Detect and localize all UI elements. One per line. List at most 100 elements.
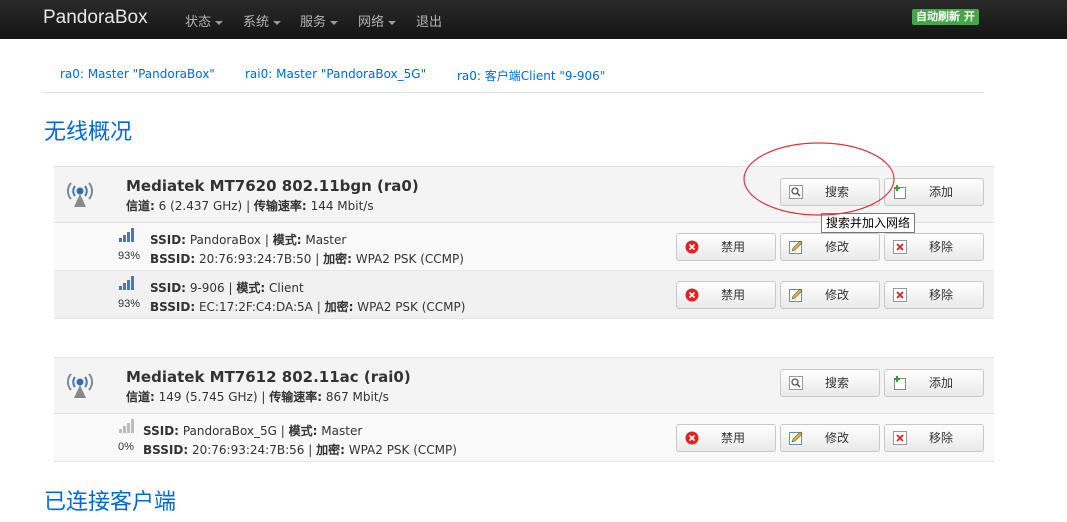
signal-strength-icon (119, 228, 134, 242)
disable-icon (685, 288, 699, 302)
tab-ra0-master[interactable]: ra0: Master "PandoraBox" (60, 67, 215, 81)
scan-button[interactable]: 搜索 (780, 178, 880, 206)
mode-label: 模式: (236, 281, 266, 295)
bssid-value: 20:76:93:24:7B:50 (198, 252, 312, 266)
signal-percent: 0% (118, 441, 134, 453)
add-label: 添加 (928, 185, 953, 199)
device-name: Mediatek MT7620 802.11bgn (ra0) (126, 177, 419, 195)
encryption-label: 加密: (324, 300, 354, 314)
signal-percent: 93% (118, 298, 141, 310)
tab-ra0-client[interactable]: ra0: 客户端Client "9-906" (457, 67, 605, 84)
remove-button[interactable]: 移除 (884, 233, 984, 261)
tab-rai0-master[interactable]: rai0: Master "PandoraBox_5G" (245, 67, 426, 81)
brand-logo[interactable]: PandoraBox (43, 7, 148, 29)
signal-strength-icon (119, 419, 134, 433)
add-button[interactable]: 添加 (884, 369, 984, 397)
signal-percent: 93% (118, 250, 141, 262)
disable-label: 禁用 (720, 240, 745, 254)
ssid-value: 9-906 (189, 281, 225, 295)
remove-icon (893, 240, 907, 254)
nav-status-menu[interactable]: 状态 (185, 11, 224, 30)
edit-icon (789, 431, 803, 445)
mode-label: 模式: (288, 424, 318, 438)
caret-down-icon (330, 20, 339, 25)
nav-label: 服务 (300, 15, 327, 30)
interface-tabs: ra0: Master "PandoraBox" rai0: Master "P… (43, 60, 984, 93)
caret-down-icon (388, 20, 397, 25)
caret-down-icon (273, 20, 282, 25)
wireless-device-icon (67, 373, 93, 398)
edit-button[interactable]: 修改 (780, 281, 880, 309)
rate-label: 传输速率: (253, 199, 307, 213)
nav-network-menu[interactable]: 网络 (358, 11, 397, 30)
scan-button[interactable]: 搜索 (780, 369, 880, 397)
bssid-label: BSSID: (150, 300, 196, 314)
network-bssid-line: BSSID: 20:76:93:24:7B:50 | 加密: WPA2 PSK … (150, 252, 464, 266)
edit-icon (789, 240, 803, 254)
ssid-label: SSID: (143, 424, 179, 438)
channel-label: 信道: (126, 199, 155, 213)
remove-icon (893, 288, 907, 302)
encryption-value: WPA2 PSK (CCMP) (357, 300, 466, 314)
nav-label: 状态 (185, 15, 212, 30)
mode-value: Master (305, 233, 347, 247)
section-title-connected-clients: 已连接客户端 (44, 490, 177, 515)
nav-system-menu[interactable]: 系统 (243, 11, 282, 30)
edit-button[interactable]: 修改 (780, 424, 880, 452)
network-row: 93% SSID: 9-906 | 模式: Client BSSID: EC:1… (54, 271, 994, 319)
edit-label: 修改 (824, 431, 849, 445)
bssid-value: EC:17:2F:C4:DA:5A (198, 300, 313, 314)
ssid-label: SSID: (150, 281, 186, 295)
device-info: 信道: 149 (5.745 GHz) | 传输速率: 867 Mbit/s (126, 390, 389, 404)
nav-label: 系统 (243, 15, 270, 30)
channel-label: 信道: (126, 390, 155, 404)
network-row: 0% SSID: PandoraBox_5G | 模式: Master BSSI… (54, 414, 994, 462)
remove-button[interactable]: 移除 (884, 424, 984, 452)
network-bssid-line: BSSID: 20:76:93:24:7B:56 | 加密: WPA2 PSK … (143, 443, 457, 457)
scan-tooltip: 搜索并加入网络 (821, 213, 916, 233)
network-ssid-line: SSID: PandoraBox | 模式: Master (150, 233, 347, 247)
bssid-label: BSSID: (143, 443, 189, 457)
add-button[interactable]: 添加 (884, 178, 984, 206)
channel-value: 149 (5.745 GHz) (158, 390, 258, 404)
add-label: 添加 (928, 376, 953, 390)
scan-label: 搜索 (824, 185, 849, 199)
nav-services-menu[interactable]: 服务 (300, 11, 339, 30)
magnifier-icon (789, 376, 803, 390)
edit-icon (789, 288, 803, 302)
section-title-wireless-overview: 无线概况 (44, 120, 133, 145)
add-page-icon (894, 185, 906, 199)
bssid-label: BSSID: (150, 252, 196, 266)
disable-button[interactable]: 禁用 (676, 233, 776, 261)
disable-button[interactable]: 禁用 (676, 424, 776, 452)
remove-button[interactable]: 移除 (884, 281, 984, 309)
rate-value: 144 Mbit/s (310, 199, 374, 213)
disable-label: 禁用 (720, 288, 745, 302)
signal-strength-icon (119, 276, 134, 290)
network-bssid-line: BSSID: EC:17:2F:C4:DA:5A | 加密: WPA2 PSK … (150, 300, 466, 314)
scan-label: 搜索 (824, 376, 849, 390)
encryption-value: WPA2 PSK (CCMP) (348, 443, 457, 457)
rate-value: 867 Mbit/s (325, 390, 389, 404)
network-ssid-line: SSID: PandoraBox_5G | 模式: Master (143, 424, 363, 438)
autorefresh-toggle[interactable]: 自动刷新 开 (912, 9, 979, 25)
edit-label: 修改 (824, 240, 849, 254)
remove-icon (893, 431, 907, 445)
disable-label: 禁用 (720, 431, 745, 445)
encryption-label: 加密: (316, 443, 345, 457)
mode-value: Master (321, 424, 363, 438)
device-header: Mediatek MT7612 802.11ac (rai0) 信道: 149 … (54, 357, 994, 414)
magnifier-icon (789, 185, 803, 199)
nav-label: 网络 (358, 15, 385, 30)
mode-label: 模式: (272, 233, 302, 247)
caret-down-icon (215, 20, 224, 25)
wireless-device-icon (67, 182, 93, 207)
edit-button[interactable]: 修改 (780, 233, 880, 261)
nav-logout[interactable]: 退出 (416, 11, 442, 30)
disable-button[interactable]: 禁用 (676, 281, 776, 309)
add-page-icon (894, 376, 906, 390)
encryption-value: WPA2 PSK (CCMP) (355, 252, 464, 266)
encryption-label: 加密: (323, 252, 352, 266)
ssid-label: SSID: (150, 233, 186, 247)
disable-icon (685, 240, 699, 254)
